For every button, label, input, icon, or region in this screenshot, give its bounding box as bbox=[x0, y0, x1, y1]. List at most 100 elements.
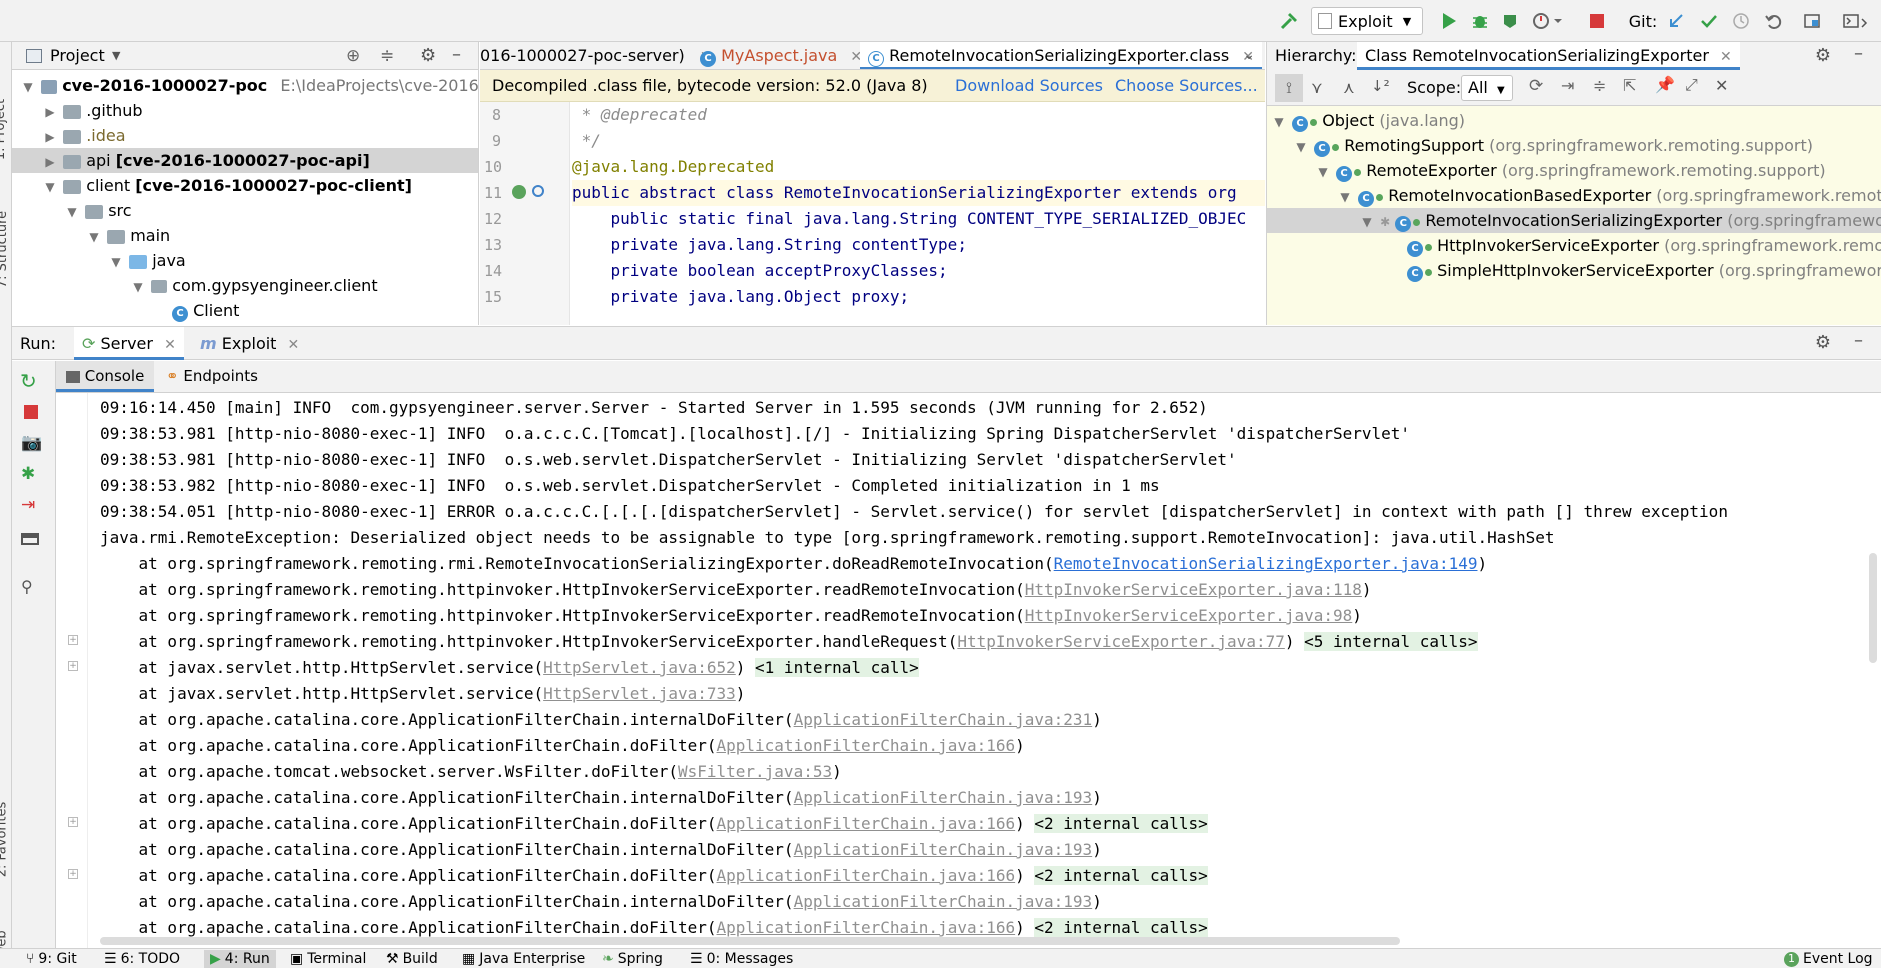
minimize-icon[interactable]: – bbox=[1854, 330, 1863, 351]
tab-active[interactable]: C RemoteInvocationSerializingExporter.cl… bbox=[860, 42, 1263, 69]
stacktrace-link[interactable]: HttpInvokerServiceExporter.java:77 bbox=[957, 632, 1285, 651]
run-tab-exploit[interactable]: m Exploit ✕ bbox=[200, 334, 299, 353]
supertypes-icon[interactable]: ⟟ bbox=[1275, 74, 1303, 102]
fold-expand-icon[interactable]: + bbox=[68, 635, 78, 645]
tree-item-root[interactable]: ▼ cve-2016-1000027-poc E:\IdeaProjects\c… bbox=[20, 73, 478, 98]
close-icon[interactable]: ✕ bbox=[1715, 76, 1728, 95]
terminal-tool-button[interactable]: ▣ Terminal bbox=[290, 950, 366, 968]
internal-calls-fold[interactable]: <2 internal calls> bbox=[1034, 866, 1208, 885]
profile-icon[interactable] bbox=[1529, 7, 1565, 35]
hammer-build-icon[interactable] bbox=[1274, 7, 1304, 35]
favorites-tool-label[interactable]: 2: Favorites bbox=[0, 802, 9, 878]
stacktrace-link[interactable]: ApplicationFilterChain.java:166 bbox=[717, 918, 1016, 937]
project-structure-icon[interactable] bbox=[1800, 7, 1824, 35]
sort-alpha-icon[interactable]: ↓² bbox=[1371, 77, 1390, 95]
expand-arrow-icon[interactable]: ▼ bbox=[130, 275, 146, 300]
messages-tool-button[interactable]: ☰ 0: Messages bbox=[690, 950, 793, 968]
code-area[interactable]: * @deprecated */ @java.lang.Deprecated p… bbox=[572, 102, 1265, 325]
collapse-all-icon[interactable]: ≑ bbox=[380, 46, 394, 66]
gear-icon[interactable]: ⚙ bbox=[420, 45, 436, 66]
expand-arrow-icon[interactable]: ▼ bbox=[108, 250, 124, 275]
refresh-icon[interactable]: ⟳ bbox=[1529, 76, 1543, 96]
console-tab[interactable]: Console bbox=[56, 361, 155, 392]
camera-icon[interactable]: 📷 bbox=[21, 433, 42, 453]
stacktrace-link[interactable]: ApplicationFilterChain.java:166 bbox=[717, 814, 1016, 833]
tree-item-client[interactable]: ▼ client [cve-2016-1000027-poc-client] bbox=[42, 173, 412, 198]
expand-arrow-icon[interactable]: ▼ bbox=[64, 200, 80, 225]
fold-expand-icon[interactable]: + bbox=[68, 661, 78, 671]
stacktrace-link[interactable]: ApplicationFilterChain.java:193 bbox=[794, 840, 1093, 859]
expand-arrow-icon[interactable]: ▼ bbox=[86, 225, 102, 250]
coverage-icon[interactable] bbox=[1498, 7, 1522, 35]
debug-icon[interactable] bbox=[1468, 7, 1492, 35]
expand-all-icon[interactable]: ⇥ bbox=[1561, 76, 1574, 95]
exit-icon[interactable]: ⇥ bbox=[21, 495, 35, 515]
tree-item-github[interactable]: ▶ .github bbox=[42, 98, 142, 125]
chevron-down-icon[interactable]: ▼ bbox=[112, 49, 120, 62]
tree-item-package[interactable]: ▼ com.gypsyengineer.client bbox=[130, 273, 377, 300]
internal-calls-fold[interactable]: <2 internal calls> bbox=[1034, 918, 1208, 937]
gear-icon[interactable]: ⚙ bbox=[1815, 45, 1831, 66]
stop-icon[interactable] bbox=[24, 405, 38, 419]
rerun-icon[interactable]: ↻ bbox=[20, 369, 37, 393]
minimize-icon[interactable]: – bbox=[452, 44, 461, 65]
hierarchy-row[interactable]: C SimpleHttpInvokerServiceExporter (org.… bbox=[1407, 258, 1881, 283]
pin-icon[interactable]: 📌 bbox=[1655, 75, 1675, 94]
hierarchy-row[interactable]: ▼ C Object (java.lang) bbox=[1271, 108, 1465, 133]
close-icon[interactable]: ✕ bbox=[288, 337, 300, 353]
hierarchy-row[interactable]: ▼ C RemoteInvocationBasedExporter (org.s… bbox=[1337, 183, 1881, 208]
expand-arrow-icon[interactable]: ▼ bbox=[20, 75, 36, 100]
git-rollback-icon[interactable] bbox=[1761, 7, 1785, 35]
expand-arrow-icon[interactable]: ▼ bbox=[1337, 185, 1353, 210]
close-icon[interactable]: ✕ bbox=[164, 337, 176, 353]
horizontal-scrollbar[interactable] bbox=[100, 937, 1400, 945]
event-log-button[interactable]: 1 Event Log bbox=[1784, 950, 1873, 968]
expand-arrow-icon[interactable]: ▼ bbox=[1271, 110, 1287, 135]
internal-calls-fold[interactable]: <1 internal call> bbox=[755, 658, 919, 677]
run-config-select[interactable]: Exploit ▼ bbox=[1311, 7, 1423, 35]
git-commit-icon[interactable] bbox=[1697, 7, 1721, 35]
stacktrace-link[interactable]: HttpInvokerServiceExporter.java:118 bbox=[1025, 580, 1362, 599]
expand-arrow-icon[interactable]: ▶ bbox=[42, 150, 58, 175]
hierarchy-class-tab[interactable]: Class RemoteInvocationSerializingExporte… bbox=[1357, 42, 1740, 70]
debug-restart-icon[interactable]: ✱ bbox=[21, 464, 35, 484]
locate-icon[interactable]: ⊕ bbox=[346, 46, 360, 66]
git-tool-button[interactable]: ⑂ 9: Git bbox=[26, 950, 77, 968]
expand-arrow-icon[interactable]: ▶ bbox=[42, 100, 58, 125]
tree-item-client-class[interactable]: C Client bbox=[172, 298, 239, 323]
minimize-icon[interactable]: – bbox=[1854, 43, 1863, 64]
implementation-gutter-icon[interactable] bbox=[512, 185, 526, 199]
project-panel-title[interactable]: Project bbox=[50, 46, 105, 65]
internal-calls-fold[interactable]: <5 internal calls> bbox=[1304, 632, 1478, 651]
overrides-gutter-icon[interactable] bbox=[532, 185, 544, 197]
tree-item-java[interactable]: ▼ java bbox=[108, 248, 185, 275]
tab-myaspect[interactable]: C MyAspect.java ✕ bbox=[700, 42, 862, 69]
stacktrace-link[interactable]: WsFilter.java:53 bbox=[678, 762, 832, 781]
java-enterprise-tool-button[interactable]: ▦ Java Enterprise bbox=[462, 950, 585, 968]
hierarchy-row[interactable]: ▼ C RemoteExporter (org.springframework.… bbox=[1315, 158, 1826, 183]
expand-arrow-icon[interactable]: ▼ bbox=[1359, 210, 1375, 235]
choose-sources-link[interactable]: Choose Sources... bbox=[1115, 70, 1258, 102]
expand-arrow-icon[interactable]: ▶ bbox=[42, 125, 58, 150]
fold-expand-icon[interactable]: + bbox=[68, 817, 78, 827]
stacktrace-link[interactable]: ApplicationFilterChain.java:193 bbox=[794, 788, 1093, 807]
stacktrace-link[interactable]: HttpServlet.java:652 bbox=[543, 658, 736, 677]
run-tab-server[interactable]: ⟳ Server ✕ bbox=[74, 327, 184, 360]
stacktrace-link[interactable]: ApplicationFilterChain.java:231 bbox=[794, 710, 1093, 729]
expand-arrow-icon[interactable]: ▼ bbox=[1293, 135, 1309, 160]
spring-tool-button[interactable]: ❧ Spring bbox=[602, 950, 663, 968]
todo-tool-button[interactable]: ☰ 6: TODO bbox=[104, 950, 180, 968]
scope-select[interactable]: All ▼ bbox=[1461, 75, 1513, 101]
tree-item-api[interactable]: ▶ api [cve-2016-1000027-poc-api] bbox=[12, 148, 478, 173]
run-icon[interactable] bbox=[1437, 7, 1461, 35]
stacktrace-link[interactable]: ApplicationFilterChain.java:166 bbox=[717, 736, 1016, 755]
pin-icon[interactable]: ⚲ bbox=[21, 577, 33, 596]
git-update-icon[interactable] bbox=[1664, 7, 1688, 35]
fold-expand-icon[interactable]: + bbox=[68, 869, 78, 879]
vertical-scrollbar[interactable] bbox=[1869, 553, 1877, 663]
hierarchy-row[interactable]: ▼ C RemotingSupport (org.springframework… bbox=[1293, 133, 1813, 158]
structure-tool-label[interactable]: 7: Structure bbox=[0, 211, 10, 288]
layout-icon[interactable] bbox=[21, 533, 39, 545]
chevron-down-icon[interactable]: ⌄ bbox=[1243, 47, 1255, 63]
hierarchy-row[interactable]: C HttpInvokerServiceExporter (org.spring… bbox=[1407, 233, 1881, 258]
